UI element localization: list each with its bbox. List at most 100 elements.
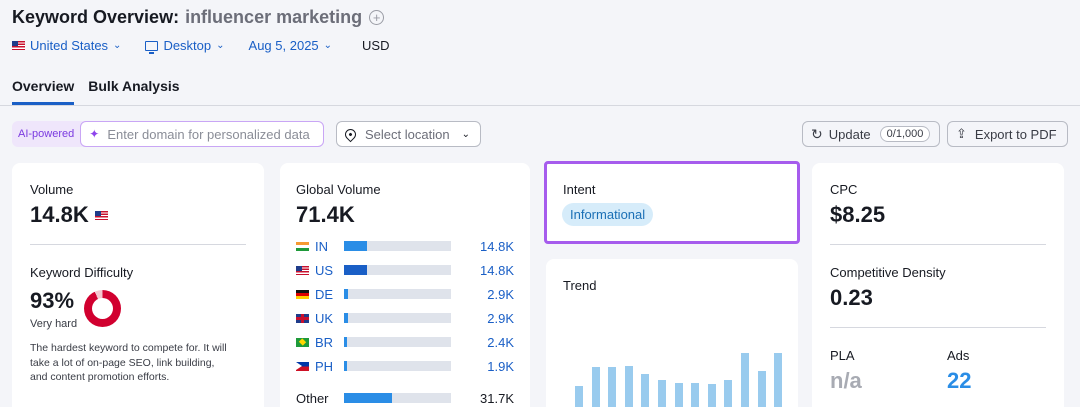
location-pin-icon — [342, 126, 359, 142]
country-code: Other — [296, 390, 329, 406]
divider — [830, 244, 1046, 245]
trend-chart — [546, 259, 798, 407]
global-volume-label: Global Volume — [296, 182, 381, 197]
location-select[interactable]: Select location ⌄ — [336, 121, 481, 147]
volume-value: 14.8K — [30, 202, 89, 227]
country-row[interactable]: BR 2.4K — [296, 333, 514, 351]
country-volume: 1.9K — [487, 358, 514, 374]
intent-badge[interactable]: Informational — [562, 203, 654, 226]
tabs: Overview Bulk Analysis — [12, 78, 194, 105]
chevron-down-icon: ⌄ — [323, 40, 333, 51]
country-row[interactable]: DE 2.9K — [296, 285, 514, 303]
country-share-fill — [344, 393, 392, 403]
trend-bar — [658, 380, 666, 407]
export-label: Export to PDF — [974, 126, 1057, 142]
country-volume: 31.7K — [480, 390, 514, 406]
country-share-fill — [344, 265, 367, 275]
country-row[interactable]: US 14.8K — [296, 261, 514, 279]
sparkle-icon: ✦ — [89, 127, 100, 141]
trend-bar — [724, 380, 732, 407]
uk-flag-icon — [296, 313, 309, 323]
country-code: IN — [315, 238, 328, 254]
desktop-icon — [145, 40, 159, 54]
philippines-flag-triangle — [296, 361, 302, 370]
country-code: BR — [315, 334, 334, 350]
export-icon: ⇪ — [956, 126, 967, 141]
tab-overview[interactable]: Overview — [12, 78, 75, 105]
tab-bulk-analysis[interactable]: Bulk Analysis — [88, 78, 179, 105]
country-share-bar — [344, 313, 451, 323]
germany-flag-icon — [296, 289, 309, 299]
country-volume: 14.8K — [480, 262, 514, 278]
trend-bar — [774, 353, 782, 407]
keyword-text: influencer marketing — [185, 7, 363, 27]
update-label: Update — [828, 126, 871, 142]
country-share-fill — [344, 289, 348, 299]
ai-powered-label: AI-powered — [18, 128, 75, 140]
date-label: Aug 5, 2025 — [248, 38, 319, 53]
country-share-bar — [344, 265, 451, 275]
brazil-flag-icon — [296, 337, 309, 347]
country-share-bar — [344, 337, 451, 347]
trend-bar — [741, 353, 749, 407]
date-dropdown[interactable]: Aug 5, 2025 ⌄ — [249, 38, 333, 53]
cpc-label: CPC — [830, 182, 858, 197]
global-volume-card: Global Volume 71.4K IN 14.8K US 14.8K DE… — [280, 163, 530, 407]
country-share-bar — [344, 241, 451, 251]
trend-card: Trend — [546, 259, 798, 407]
device-dropdown[interactable]: Desktop ⌄ — [145, 38, 225, 54]
country-dropdown[interactable]: United States ⌄ — [12, 38, 121, 53]
us-flag-icon — [94, 210, 108, 220]
add-keyword-icon[interactable]: + — [369, 10, 385, 25]
currency-label: USD — [362, 38, 390, 53]
country-volume: 14.8K — [480, 238, 514, 254]
cpc-value: $8.25 — [830, 202, 886, 227]
country-code: US — [315, 262, 334, 278]
trend-bar — [608, 367, 616, 407]
country-label: United States — [30, 38, 109, 53]
trend-bar — [758, 371, 766, 407]
trend-bar — [675, 383, 683, 407]
us-flag-icon — [12, 41, 25, 50]
kd-description-line: take a lot of on-page SEO, link building… — [30, 356, 215, 369]
divider — [30, 244, 246, 245]
ai-domain-group: AI-powered ✦ Enter domain for personaliz… — [12, 121, 325, 147]
kd-description-line: and content promotion efforts. — [30, 371, 170, 383]
trend-bar — [708, 384, 716, 407]
export-pdf-button[interactable]: ⇪ Export to PDF — [947, 121, 1068, 147]
location-placeholder: Select location — [365, 126, 450, 142]
country-share-fill — [344, 361, 347, 371]
us-flag-icon — [296, 265, 309, 275]
country-share-bar — [344, 393, 451, 403]
update-button[interactable]: ↻ Update 0/1,000 — [802, 121, 940, 147]
divider — [830, 327, 1046, 328]
intent-label: Intent — [563, 182, 596, 197]
kd-level: Very hard — [30, 318, 78, 330]
ads-value[interactable]: 22 — [947, 368, 971, 394]
header: Keyword Overview: influencer marketing +… — [0, 0, 1080, 106]
kd-label: Keyword Difficulty — [30, 265, 134, 280]
volume-value-row: 14.8K — [30, 202, 113, 228]
trend-bar — [625, 366, 633, 407]
cpc-card: CPC $8.25 Competitive Density 0.23 PLA n… — [812, 163, 1064, 407]
country-share-fill — [344, 241, 367, 251]
update-count-badge: 0/1,000 — [879, 126, 931, 142]
trend-bar — [641, 374, 649, 407]
title-prefix: Keyword Overview: — [12, 7, 180, 27]
chevron-down-icon: ⌄ — [216, 40, 225, 51]
ads-label: Ads — [947, 348, 970, 363]
kd-description-line: The hardest keyword to compete for. It w… — [30, 342, 227, 354]
india-flag-icon — [296, 241, 309, 251]
filters-bar: United States ⌄ Desktop ⌄ Aug 5, 2025 ⌄ … — [12, 38, 390, 54]
chevron-down-icon: ⌄ — [113, 40, 122, 51]
country-row[interactable]: PH 1.9K — [296, 357, 514, 375]
page-title: Keyword Overview: influencer marketing + — [12, 7, 385, 28]
country-code: DE — [315, 286, 334, 302]
country-row[interactable]: Other 31.7K — [296, 389, 514, 407]
domain-placeholder: Enter domain for personalized data — [107, 126, 310, 142]
domain-input[interactable]: ✦ Enter domain for personalized data — [80, 121, 325, 147]
country-share-fill — [344, 313, 348, 323]
country-row[interactable]: UK 2.9K — [296, 309, 514, 327]
country-volume: 2.9K — [487, 310, 514, 326]
country-row[interactable]: IN 14.8K — [296, 237, 514, 255]
